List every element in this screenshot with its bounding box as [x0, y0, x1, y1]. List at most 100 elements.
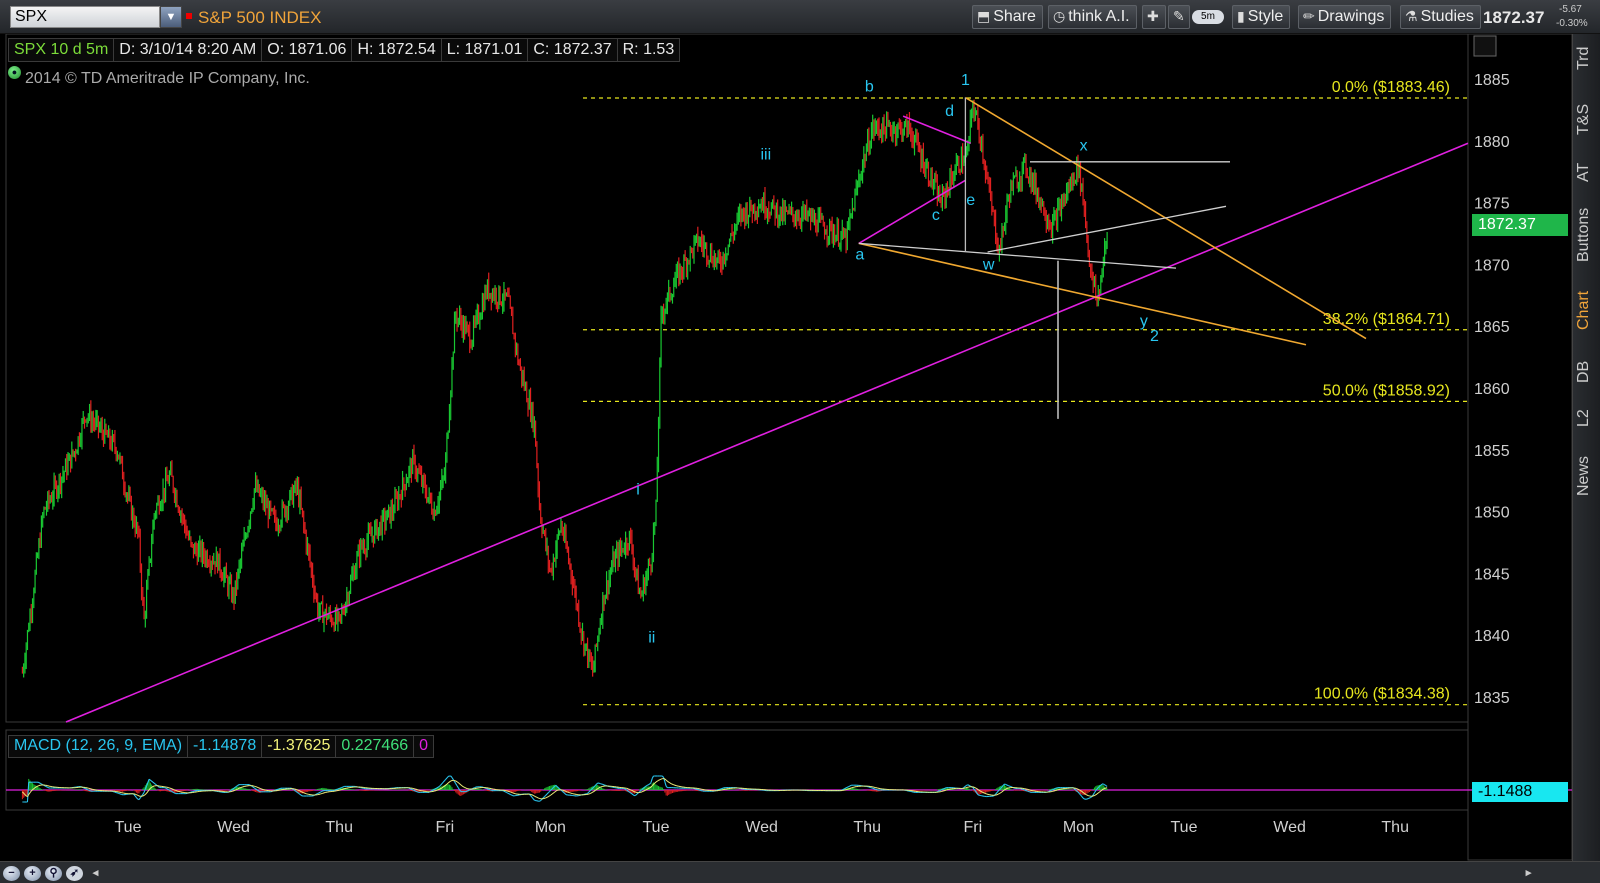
bar-date: D: 3/10/14 8:20 AM [113, 38, 262, 62]
macd-signal-line [460, 784, 463, 787]
macd-signal-line [440, 787, 443, 790]
scroll-right-button[interactable]: ▸ [1520, 866, 1537, 881]
macd-line [849, 784, 852, 787]
macd-line [1005, 784, 1008, 786]
macd-line [1009, 785, 1012, 788]
macd-line [435, 787, 438, 790]
x-tick-label: Mon [1063, 819, 1094, 836]
bar-close: C: 1872.37 [527, 38, 617, 62]
macd-line [152, 781, 155, 784]
macd-signal-line [1001, 790, 1004, 793]
style-button[interactable]: ▮ Style [1232, 5, 1291, 29]
symbol-input[interactable]: SPX [10, 6, 160, 28]
scroll-left-button[interactable]: ◂ [87, 866, 104, 881]
interval-button[interactable]: 5m [1192, 10, 1224, 24]
macd-line [539, 800, 541, 802]
macd-signal-line [238, 787, 241, 789]
macd-signal-line [591, 791, 593, 794]
macd-line [588, 790, 591, 793]
zoom-in-button[interactable]: + [24, 866, 41, 881]
macd-signal-line [545, 796, 548, 799]
macd-signal-line [143, 794, 146, 796]
macd-line [451, 777, 454, 780]
zoom-out-button[interactable]: − [3, 866, 20, 881]
macd-value: -1.14878 [187, 735, 262, 758]
macd-signal-line [464, 787, 467, 789]
macd-line [455, 783, 458, 787]
macd-signal-line [298, 789, 301, 792]
macd-line [256, 789, 259, 791]
macd-signal-line [136, 794, 138, 796]
macd-line [456, 785, 459, 789]
y-tick-label: 1855 [1474, 443, 1510, 460]
macd-line [26, 782, 30, 803]
y-tick-label: 1860 [1474, 381, 1510, 398]
macd-line [300, 794, 303, 797]
macd-line [651, 775, 654, 779]
macd-signal-line [667, 780, 669, 783]
x-tick-label: Thu [325, 819, 353, 836]
price-panel-frame [5, 33, 1469, 723]
price-info-bar: SPX 10 d 5m D: 3/10/14 8:20 AM O: 1871.0… [8, 38, 681, 62]
symbol-period[interactable]: SPX 10 d 5m [8, 38, 114, 62]
macd-signal-line [664, 778, 667, 781]
macd-signal-line [535, 796, 538, 798]
macd-signal-line [657, 779, 659, 782]
market-status-icon [186, 13, 192, 19]
macd-line [544, 794, 547, 798]
tab-db[interactable]: DB [1575, 354, 1599, 390]
macd-line [964, 785, 967, 787]
macd-line [415, 790, 417, 793]
macd-line [942, 788, 944, 790]
macd-label[interactable]: MACD (12, 26, 9, EMA) [8, 735, 188, 758]
macd-signal-line [447, 781, 450, 784]
tab-buttons[interactable]: Buttons [1575, 200, 1599, 270]
macd-signal-line [645, 788, 648, 791]
macd-line [635, 793, 638, 796]
macd-signal-line [978, 789, 981, 792]
macd-line [447, 775, 450, 778]
macd-line [629, 791, 631, 794]
wave-label: w [982, 256, 995, 273]
macd-line [510, 793, 512, 796]
macd-signal-line [997, 793, 1000, 795]
tab-time-sales[interactable]: T&S [1575, 94, 1599, 144]
macd-signal-line [171, 788, 174, 790]
studies-button[interactable]: ⚗ Studies [1400, 5, 1481, 29]
drawings-label: Drawings [1317, 8, 1385, 25]
macd-line [511, 794, 514, 797]
macd-signal-line [981, 791, 984, 793]
macd-line [416, 791, 418, 793]
macd-line [1080, 794, 1083, 797]
macd-avg: -1.37625 [261, 735, 336, 758]
tab-news[interactable]: News [1575, 448, 1599, 504]
drawings-button[interactable]: ✏ Drawings [1298, 5, 1392, 29]
wave-label: c [932, 207, 940, 224]
x-tick-label: Mon [535, 819, 566, 836]
macd-line [253, 787, 256, 790]
macd-signal-line [233, 789, 236, 792]
macd-line [442, 780, 445, 783]
macd-signal-line [1097, 791, 1100, 794]
tab-chart[interactable]: Chart [1575, 280, 1599, 340]
macd-line [299, 793, 302, 796]
macd-signal-line [592, 791, 595, 793]
share-button[interactable]: ⬒ Share [972, 5, 1043, 29]
think-ai-button[interactable]: ◷ think A.I. [1048, 5, 1137, 29]
macd-line [167, 788, 170, 791]
tab-at[interactable]: AT [1575, 154, 1599, 190]
pointer-button[interactable]: ➶ [66, 866, 83, 881]
macd-line [843, 788, 846, 790]
macd-line [1090, 796, 1093, 798]
zoom-fit-button[interactable]: ⚲ [45, 866, 62, 881]
macd-line [341, 786, 344, 789]
macd-line [454, 781, 457, 784]
tools-button[interactable]: ✚ [1142, 5, 1166, 29]
tab-l2[interactable]: L2 [1575, 400, 1599, 436]
settings-button[interactable]: ✎ [1168, 5, 1190, 29]
chart-scrollbar[interactable] [0, 861, 1600, 883]
macd-line [233, 786, 236, 789]
tab-trd[interactable]: Trd [1575, 38, 1599, 78]
macd-line [85, 788, 88, 790]
symbol-dropdown-button[interactable]: ▼ [160, 6, 182, 28]
